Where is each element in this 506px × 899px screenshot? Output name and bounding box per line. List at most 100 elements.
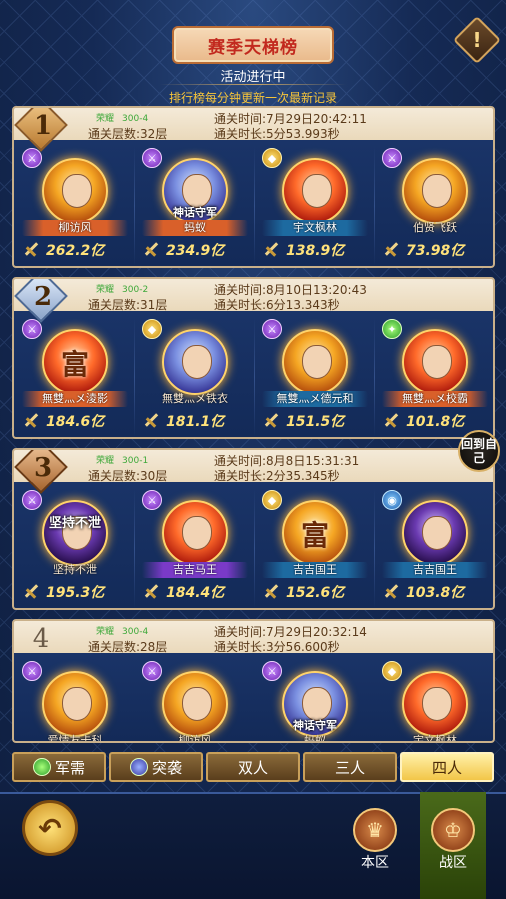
hero-face bbox=[62, 687, 92, 721]
update-notice: 排行榜每分钟更新一次最新记录 bbox=[168, 91, 337, 105]
hero-face bbox=[422, 687, 452, 721]
rank-card-header: 4 荣耀 300-4 通关层数:28层 通关时间:7月29日20:32:14 通关… bbox=[14, 621, 493, 655]
power-value: 181.1亿 bbox=[166, 414, 225, 430]
honor-value: 300-4 bbox=[122, 627, 149, 637]
hero-portrait bbox=[162, 500, 228, 566]
hero-name: 無雙灬メ校霸 bbox=[382, 391, 488, 407]
rank-card-2[interactable]: 2 荣耀 300-2 通关层数:31层 通关时间:8月10日13:20:43 通关… bbox=[12, 277, 495, 439]
divider bbox=[134, 488, 135, 608]
rank-card-4[interactable]: 4 荣耀 300-4 通关层数:28层 通关时间:7月29日20:32:14 通关… bbox=[12, 619, 495, 743]
sword-icon bbox=[142, 241, 160, 259]
divider bbox=[254, 488, 255, 608]
hero-portrait bbox=[282, 158, 348, 224]
hero-portrait: 富 bbox=[282, 500, 348, 566]
hero-slot[interactable]: ⚔ 爱情友卡科 bbox=[16, 655, 134, 741]
hero-slot[interactable]: ⚔ 神话守军 蚂蚁 bbox=[256, 655, 374, 741]
hero-power: 181.1亿 bbox=[142, 409, 250, 433]
local-zone-label: 本区 bbox=[361, 855, 389, 871]
hero-slot[interactable]: ⚔ 伯贤飞跃 73.98亿 bbox=[376, 142, 493, 266]
class-icon: ⚔ bbox=[262, 319, 282, 339]
hero-portrait: 富 bbox=[42, 329, 108, 395]
sword-icon bbox=[262, 241, 280, 259]
power-value: 195.3亿 bbox=[46, 585, 105, 601]
honor-label: 荣耀 300-2 bbox=[96, 282, 148, 295]
tab-supplies[interactable]: 军需 bbox=[12, 752, 106, 782]
hero-face bbox=[62, 174, 92, 208]
floors-cleared: 通关层数:28层 bbox=[88, 640, 168, 654]
divider bbox=[374, 146, 375, 266]
hero-list: ⚔ 柳访风 262.2亿 ⚔ 神话守军 蚂蚁 234.9亿 ◆ 宇文枫林 138… bbox=[14, 142, 493, 266]
activity-status: 活动进行中 bbox=[220, 70, 286, 85]
tab-duo[interactable]: 双人 bbox=[206, 752, 300, 782]
hero-slot[interactable]: ⚔ 無雙灬メ德元和 151.5亿 bbox=[256, 313, 374, 437]
return-button[interactable]: ↶ bbox=[22, 800, 78, 856]
tab-trio[interactable]: 三人 bbox=[303, 752, 397, 782]
page-title-text: 赛季天梯榜 bbox=[208, 37, 298, 58]
sword-icon bbox=[22, 241, 40, 259]
power-value: 184.6亿 bbox=[46, 414, 105, 430]
war-zone-button[interactable]: ♔ 战区 bbox=[424, 808, 482, 874]
hero-name: 柳访风 bbox=[178, 734, 212, 743]
honor-value: 300-4 bbox=[122, 114, 149, 124]
power-value: 151.5亿 bbox=[286, 414, 345, 430]
divider bbox=[254, 146, 255, 266]
sword-icon bbox=[142, 583, 160, 601]
hero-slot[interactable]: ⚔ 柳访风 bbox=[136, 655, 254, 743]
sword-icon bbox=[262, 412, 280, 430]
hero-slot[interactable]: 富 ◆ 吉吉国王 152.6亿 bbox=[256, 484, 374, 608]
class-icon: ⚔ bbox=[382, 148, 402, 168]
tab-quad[interactable]: 四人 bbox=[400, 752, 494, 782]
tab-label: 四人 bbox=[431, 758, 462, 777]
hero-slot[interactable]: 富 ⚔ 無雙灬メ淩影 184.6亿 bbox=[16, 313, 134, 437]
rank-card-header: 3 荣耀 300-1 通关层数:30层 通关时间:8月8日15:31:31 通关时… bbox=[14, 450, 493, 494]
hero-slot[interactable]: ◆ 無雙灬メ铁衣 181.1亿 bbox=[136, 313, 254, 437]
sword-icon bbox=[262, 583, 280, 601]
hero-power: 184.6亿 bbox=[22, 409, 130, 433]
sword-icon bbox=[382, 412, 400, 430]
hero-power: 151.5亿 bbox=[262, 409, 370, 433]
hero-name: 宇文枫林 bbox=[262, 220, 368, 236]
hero-slot[interactable]: ◉ 吉吉国王 103.8亿 bbox=[376, 484, 493, 608]
class-icon: ⚔ bbox=[142, 148, 162, 168]
hero-slot[interactable]: ⚔ 坚持不泄 坚持不泄 195.3亿 bbox=[16, 484, 134, 608]
hero-list: ⚔ 爱情友卡科 ⚔ 柳访风 ⚔ 神话守军 蚂蚁 ◆ 宇文枫林 bbox=[14, 655, 493, 743]
hero-slot[interactable]: ✦ 無雙灬メ校霸 101.8亿 bbox=[376, 313, 493, 437]
rank-card-header: 2 荣耀 300-2 通关层数:31层 通关时间:8月10日13:20:43 通关… bbox=[14, 279, 493, 323]
divider bbox=[254, 317, 255, 437]
hero-name: 蚂蚁 bbox=[142, 220, 248, 236]
pass-duration: 通关时长:2分35.345秒 bbox=[214, 469, 340, 483]
power-value: 152.6亿 bbox=[286, 585, 345, 601]
hero-slot[interactable]: ⚔ 吉吉马王 184.4亿 bbox=[136, 484, 254, 608]
hero-list: 富 ⚔ 無雙灬メ淩影 184.6亿 ◆ 無雙灬メ铁衣 181.1亿 ⚔ 無雙灬メ… bbox=[14, 313, 493, 437]
hero-slot[interactable]: ⚔ 神话守军 蚂蚁 234.9亿 bbox=[136, 142, 254, 266]
tab-raid[interactable]: 突袭 bbox=[109, 752, 203, 782]
crown-icon: ♔ bbox=[431, 808, 475, 852]
hero-face bbox=[182, 687, 212, 721]
honor-label: 荣耀 300-4 bbox=[96, 624, 148, 637]
hero-face bbox=[422, 345, 452, 379]
sword-icon bbox=[382, 583, 400, 601]
hero-name: 吉吉马王 bbox=[142, 562, 248, 578]
hero-portrait bbox=[42, 671, 108, 737]
power-value: 73.98亿 bbox=[406, 243, 465, 259]
hero-power: 101.8亿 bbox=[382, 409, 490, 433]
back-to-self-button[interactable]: 回到自己 bbox=[458, 430, 500, 472]
rank-card-1[interactable]: 1 荣耀 300-4 通关层数:32层 通关时间:7月29日20:42:11 通关… bbox=[12, 106, 495, 268]
class-icon: ◉ bbox=[382, 490, 402, 510]
hero-portrait bbox=[282, 329, 348, 395]
hero-name: 無雙灬メ铁衣 bbox=[162, 392, 228, 405]
sword-icon bbox=[382, 241, 400, 259]
power-value: 101.8亿 bbox=[406, 414, 465, 430]
hero-power: 234.9亿 bbox=[142, 238, 250, 262]
hero-slot[interactable]: ◆ 宇文枫林 138.9亿 bbox=[256, 142, 374, 266]
hero-portrait bbox=[42, 500, 108, 566]
hero-slot[interactable]: ◆ 宇文枫林 bbox=[376, 655, 493, 743]
class-icon: ⚔ bbox=[22, 319, 42, 339]
hero-slot[interactable]: ⚔ 柳访风 262.2亿 bbox=[16, 142, 134, 266]
rank-card-3[interactable]: 3 荣耀 300-1 通关层数:30层 通关时间:8月8日15:31:31 通关时… bbox=[12, 448, 495, 610]
hero-name: 宇文枫林 bbox=[413, 734, 457, 743]
hero-name: 無雙灬メ德元和 bbox=[262, 391, 368, 407]
fortune-glyph: 富 bbox=[60, 348, 89, 381]
power-value: 138.9亿 bbox=[286, 243, 345, 259]
local-zone-button[interactable]: ♛ 本区 bbox=[346, 808, 404, 874]
